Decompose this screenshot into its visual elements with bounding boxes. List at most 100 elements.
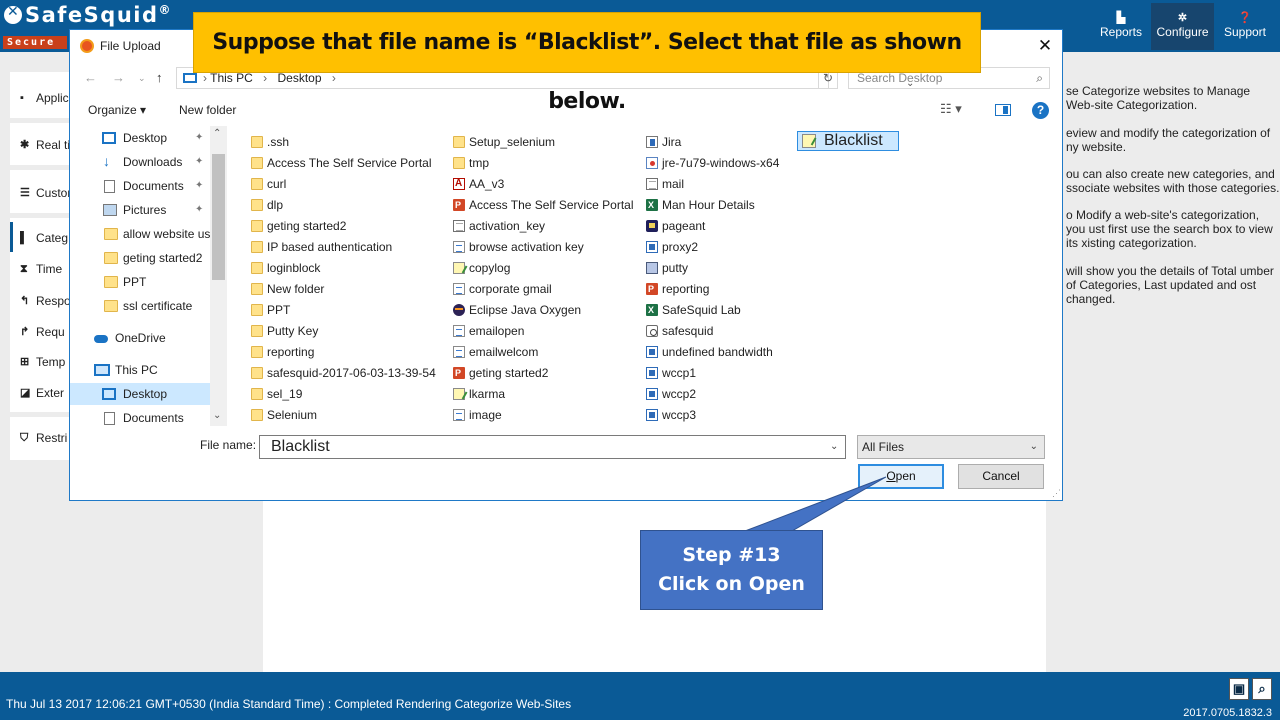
sidebar-item-realtime[interactable]: ✱ Real ti <box>10 132 72 158</box>
list-item[interactable]: Setup_selenium <box>453 132 555 152</box>
preview-pane-icon[interactable] <box>995 104 1011 116</box>
list-item[interactable]: Putty Key <box>251 321 318 341</box>
desktop-icon <box>102 132 116 144</box>
list-item[interactable]: Access The Self Service Portal <box>251 153 432 173</box>
open-button[interactable]: Open <box>858 464 944 489</box>
list-item[interactable]: tmp <box>453 153 489 173</box>
recent-dropdown-icon[interactable]: ⌄ <box>138 73 146 84</box>
file-type-select[interactable]: All Files ⌄ <box>857 435 1045 459</box>
view-options-icon[interactable]: ☷ ▾ <box>940 101 962 117</box>
organize-button[interactable]: Organize ▾ <box>88 103 146 117</box>
sidebar-item-templates[interactable]: ⊞ Temp <box>10 349 72 375</box>
list-item[interactable]: lkarma <box>453 384 505 404</box>
list-item[interactable]: browse activation key <box>453 237 584 257</box>
list-item[interactable]: proxy2 <box>646 237 698 257</box>
list-item[interactable]: reporting <box>646 279 709 299</box>
help-icon[interactable]: ? <box>1032 102 1049 119</box>
list-item[interactable]: wccp1 <box>646 363 696 383</box>
help-paragraph: ou can also create new categories, and s… <box>1066 167 1280 195</box>
nav-reports[interactable]: ▙ Reports <box>1092 3 1150 50</box>
list-item[interactable]: jre-7u79-windows-x64 <box>646 153 779 173</box>
list-item[interactable]: mail <box>646 174 684 194</box>
list-item[interactable]: safesquid-2017-06-03-13-39-54 <box>251 363 436 383</box>
list-item[interactable]: AA_v3 <box>453 174 504 194</box>
list-item[interactable]: New folder <box>251 279 324 299</box>
nav-item-folder[interactable]: ssl certificate <box>70 295 210 317</box>
sitemap-icon: ⊞ <box>20 356 30 368</box>
list-item[interactable]: Eclipse Java Oxygen <box>453 300 581 320</box>
list-item[interactable]: emailopen <box>453 321 524 341</box>
list-item[interactable]: Access The Self Service Portal <box>453 195 634 215</box>
back-arrow-icon[interactable]: ← <box>84 70 97 85</box>
file-name-input[interactable]: Blacklist <box>259 435 846 459</box>
sidebar-item-applications[interactable]: ▪ Applic <box>10 85 72 111</box>
nav-item-pictures[interactable]: Pictures ✦ <box>70 199 210 221</box>
nav-item-folder[interactable]: PPT <box>70 271 210 293</box>
folder-icon <box>251 367 263 379</box>
folder-icon <box>453 136 465 148</box>
chevron-down-icon[interactable]: ⌄ <box>830 441 838 452</box>
sidebar-item-custom[interactable]: ☰Custom <box>10 180 72 206</box>
list-item[interactable]: geting started2 <box>251 216 346 236</box>
scroll-down-icon[interactable]: ⌄ <box>213 410 221 421</box>
list-item[interactable]: undefined bandwidth <box>646 342 773 362</box>
list-item[interactable]: geting started2 <box>453 363 548 383</box>
nav-item-folder[interactable]: geting started2 <box>70 247 210 269</box>
nav-item-onedrive[interactable]: OneDrive <box>70 327 210 349</box>
list-item[interactable]: PPT <box>251 300 290 320</box>
list-item[interactable]: wccp2 <box>646 384 696 404</box>
nav-item-this-pc[interactable]: This PC <box>70 359 210 381</box>
search-icon[interactable]: ⌕ <box>1252 678 1272 700</box>
list-item[interactable]: safesquid <box>646 321 713 341</box>
list-item[interactable]: Man Hour Details <box>646 195 755 215</box>
up-arrow-icon[interactable]: ↑ <box>156 70 163 85</box>
list-item[interactable]: Jira <box>646 132 681 152</box>
sliders-icon: ☰ <box>20 187 30 199</box>
nav-item-documents[interactable]: Documents ✦ <box>70 175 210 197</box>
list-item[interactable]: SafeSquid Lab <box>646 300 741 320</box>
pin-icon: ✦ <box>195 204 204 215</box>
forward-arrow-icon[interactable]: → <box>112 70 125 85</box>
list-item[interactable]: Selenium <box>251 405 317 425</box>
list-item[interactable]: sel_19 <box>251 384 302 404</box>
sidebar-item-request[interactable]: ↱ Requ <box>10 319 72 345</box>
list-item[interactable]: copylog <box>453 258 510 278</box>
folder-icon <box>251 241 263 253</box>
list-item[interactable]: dlp <box>251 195 283 215</box>
list-item[interactable]: corporate gmail <box>453 279 552 299</box>
nav-configure[interactable]: ✲ Configure <box>1151 3 1214 50</box>
sidebar-item-time[interactable]: ⧗ Time <box>10 256 72 282</box>
sidebar-item-restrict[interactable]: ⛉ Restri <box>10 425 72 451</box>
breadcrumb-desktop[interactable]: Desktop <box>278 71 322 85</box>
list-item[interactable]: .ssh <box>251 132 289 152</box>
sidebar-item-response[interactable]: ↰ Respo <box>10 288 72 314</box>
new-folder-button[interactable]: New folder <box>179 103 236 117</box>
list-item[interactable]: pageant <box>646 216 705 236</box>
list-item[interactable]: IP based authentication <box>251 237 392 257</box>
nav-scrollbar-thumb[interactable] <box>212 154 225 280</box>
scroll-up-icon[interactable]: ⌃ <box>213 128 221 139</box>
sidebar-item-categorize[interactable]: ▌ Categ <box>10 225 72 251</box>
eclipse-icon <box>453 304 465 316</box>
list-item[interactable]: image <box>453 405 502 425</box>
list-item[interactable]: reporting <box>251 342 314 362</box>
list-item[interactable]: emailwelcom <box>453 342 538 362</box>
list-item[interactable]: loginblock <box>251 258 320 278</box>
close-button[interactable]: ✕ <box>1030 34 1060 58</box>
breadcrumb-this-pc[interactable]: This PC <box>210 71 253 85</box>
list-item[interactable]: activation_key <box>453 216 545 236</box>
nav-support[interactable]: ❓ Support <box>1216 3 1274 50</box>
nav-item-folder[interactable]: allow website us <box>70 223 210 245</box>
resize-grip-icon[interactable]: ⋰ <box>1052 488 1061 499</box>
save-icon[interactable]: ▣ <box>1229 678 1249 700</box>
cancel-button[interactable]: Cancel <box>958 464 1044 489</box>
nav-item-desktop[interactable]: Desktop ✦ <box>70 127 210 149</box>
list-item[interactable]: putty <box>646 258 688 278</box>
list-item[interactable]: curl <box>251 174 286 194</box>
list-item[interactable]: wccp3 <box>646 405 696 425</box>
nav-item-desktop-selected[interactable]: Desktop <box>70 383 210 405</box>
nav-item-documents[interactable]: Documents <box>70 407 210 426</box>
selected-file-blacklist[interactable]: Blacklist <box>797 131 899 151</box>
sidebar-item-external[interactable]: ◪ Exter <box>10 380 72 406</box>
nav-item-downloads[interactable]: ↓ Downloads ✦ <box>70 151 210 173</box>
